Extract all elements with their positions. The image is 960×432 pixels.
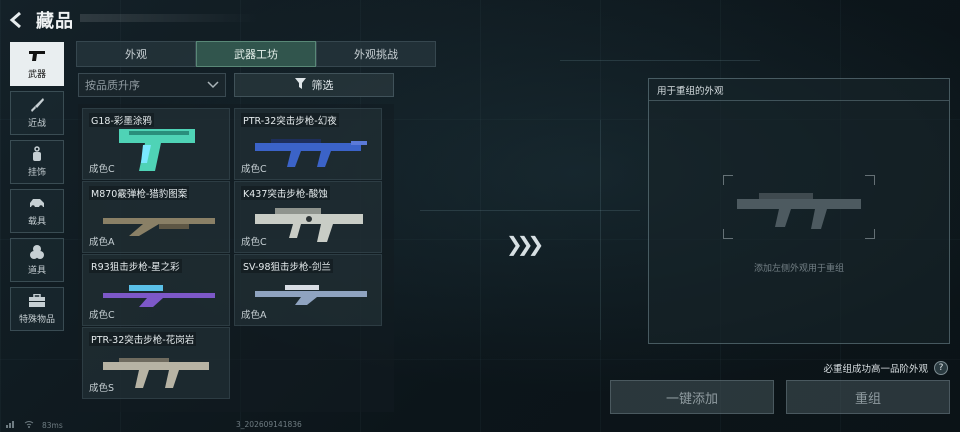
- sidebar-item-label: 近战: [27, 119, 46, 129]
- skin-card[interactable]: K437突击步枪-酸蚀 成色C: [234, 181, 382, 253]
- tab-bar: 外观 武器工坊 外观挑战: [76, 41, 436, 67]
- car-icon: [28, 195, 46, 211]
- skin-card[interactable]: PTR-32突击步枪-花岗岩 成色S: [82, 327, 230, 399]
- skin-grade: 成色S: [89, 383, 115, 394]
- pistol-icon: [28, 48, 46, 64]
- sidebar-item-label: 载具: [27, 217, 46, 227]
- slot-corner: [723, 175, 733, 185]
- charm-icon: [28, 146, 46, 162]
- sidebar-item-label: 武器: [27, 70, 46, 80]
- help-icon[interactable]: ?: [934, 361, 948, 375]
- quick-add-button[interactable]: 一键添加: [610, 380, 774, 414]
- sniper-skin-icon: [255, 285, 367, 305]
- skin-name: PTR-32突击步枪-花岗岩: [89, 332, 197, 346]
- skin-grade: 成色C: [89, 164, 115, 175]
- grenade-icon: [28, 244, 46, 260]
- success-note: 必重组成功高一品阶外观 ?: [823, 361, 948, 375]
- skin-card[interactable]: M870霰弹枪-猎豹图案 成色A: [82, 181, 230, 253]
- sidebar-item-charms[interactable]: 挂饰: [10, 140, 64, 184]
- arrow-right-icon: ❯❯❯: [506, 232, 544, 256]
- header: 藏品: [8, 6, 74, 34]
- decor-line: [600, 120, 601, 340]
- sort-value: 按品质升序: [85, 79, 140, 92]
- shotgun-skin-icon: [103, 218, 215, 236]
- sidebar-item-vehicles[interactable]: 载具: [10, 189, 64, 233]
- sidebar-item-label: 道具: [27, 266, 46, 276]
- tab-appearance-challenge[interactable]: 外观挑战: [316, 41, 436, 67]
- skin-card[interactable]: SV-98狙击步枪-剑兰 成色A: [234, 254, 382, 326]
- skin-name: G18-彩墨涂鸦: [89, 113, 154, 127]
- tab-appearance[interactable]: 外观: [76, 41, 196, 67]
- decor-line: [420, 210, 640, 211]
- title-decor: [80, 14, 260, 22]
- panel-hint: 添加左侧外观用于重组: [753, 264, 844, 274]
- filter-icon: [294, 78, 306, 92]
- skin-card[interactable]: G18-彩墨涂鸦 成色C: [82, 108, 230, 180]
- skin-name: PTR-32突击步枪-幻夜: [241, 113, 339, 127]
- status-bar: 83ms: [6, 420, 63, 430]
- ping-value: 83ms: [42, 420, 63, 430]
- panel-title: 用于重组的外观: [649, 79, 949, 101]
- pistol-skin-icon: [119, 129, 195, 171]
- wifi-icon: [24, 420, 34, 430]
- case-icon: [28, 293, 46, 309]
- note-text: 必重组成功高一品阶外观: [823, 364, 928, 375]
- uid-text: 3_202609141836: [236, 420, 302, 429]
- skin-grade: 成色C: [241, 237, 267, 248]
- knife-icon: [28, 97, 46, 113]
- rifle-skin-icon: [103, 358, 209, 388]
- recompose-slot[interactable]: [723, 175, 875, 239]
- skin-name: R93狙击步枪-星之彩: [89, 259, 182, 273]
- slot-corner: [865, 229, 875, 239]
- skin-grade: 成色C: [241, 164, 267, 175]
- sidebar-item-label: 特殊物品: [18, 315, 55, 325]
- rifle-skin-icon: [255, 139, 367, 167]
- recompose-panel: 用于重组的外观 添加左侧外观用于重组: [648, 78, 950, 344]
- skin-grade: 成色C: [89, 310, 115, 321]
- filter-label: 筛选: [311, 79, 334, 92]
- skin-card[interactable]: PTR-32突击步枪-幻夜 成色C: [234, 108, 382, 180]
- sidebar-item-melee[interactable]: 近战: [10, 91, 64, 135]
- skin-name: K437突击步枪-酸蚀: [241, 186, 330, 200]
- skin-name: SV-98狙击步枪-剑兰: [241, 259, 333, 273]
- skin-grade: 成色A: [241, 310, 267, 321]
- slot-corner: [865, 175, 875, 185]
- signal-icon: [6, 420, 16, 430]
- sniper-skin-icon: [103, 285, 215, 307]
- rifle-placeholder-icon: [737, 193, 861, 229]
- skin-grade: 成色A: [89, 237, 115, 248]
- sidebar-item-weapons[interactable]: 武器: [10, 42, 64, 86]
- tab-weapon-workshop[interactable]: 武器工坊: [196, 41, 316, 67]
- rifle-skin-icon: [255, 208, 363, 242]
- sidebar-item-items[interactable]: 道具: [10, 238, 64, 282]
- sidebar-item-label: 挂饰: [27, 168, 46, 178]
- decor-line: [560, 60, 760, 61]
- skin-grid: G18-彩墨涂鸦 成色C PTR-32突击步枪-幻夜 成色C M870霰弹枪-猎…: [78, 104, 394, 412]
- chevron-down-icon: [207, 79, 219, 92]
- filter-button[interactable]: 筛选: [234, 73, 394, 97]
- back-icon[interactable]: [8, 11, 26, 29]
- slot-corner: [723, 229, 733, 239]
- skin-name: M870霰弹枪-猎豹图案: [89, 186, 190, 200]
- skin-card[interactable]: R93狙击步枪-星之彩 成色C: [82, 254, 230, 326]
- sort-dropdown[interactable]: 按品质升序: [78, 73, 226, 97]
- page-title: 藏品: [36, 11, 74, 32]
- recompose-button[interactable]: 重组: [786, 380, 950, 414]
- sidebar-item-special[interactable]: 特殊物品: [10, 287, 64, 331]
- category-sidebar: 武器 近战 挂饰 载具 道具 特殊物品: [10, 42, 64, 336]
